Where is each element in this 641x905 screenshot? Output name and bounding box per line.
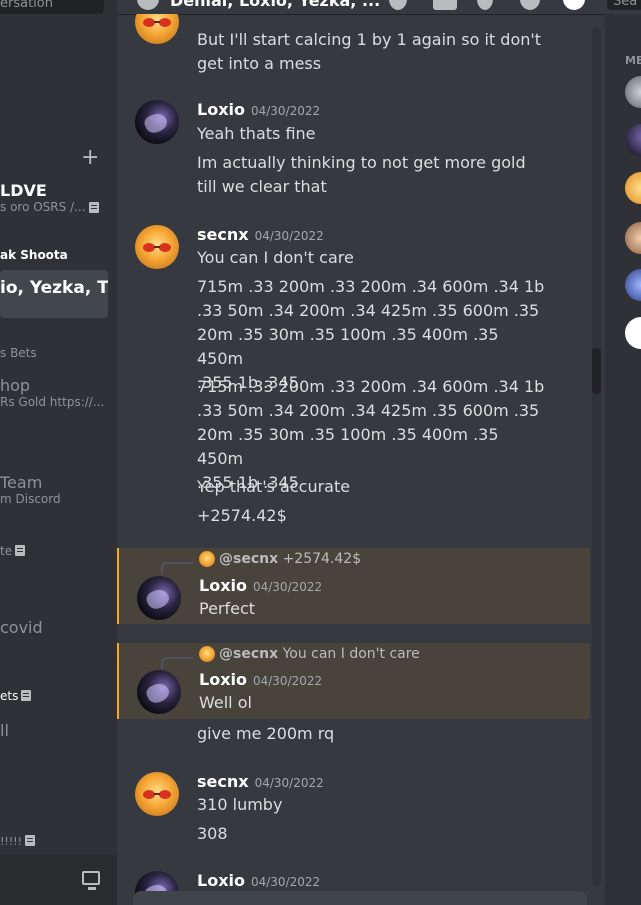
dm-item-0[interactable]: LDVE s oro OSRS /...	[0, 181, 108, 221]
create-dm-plus-icon[interactable]: +	[81, 147, 99, 169]
reply-reference[interactable]: @secnx You can I don't care	[199, 646, 420, 662]
dm-item-6[interactable]: te	[0, 540, 108, 559]
message-list: But I'll start calcing 1 by 1 again so i…	[117, 14, 597, 905]
dm-name: LDVE	[0, 181, 47, 200]
dm-name: ak Shoota	[0, 248, 68, 262]
member-avatar-logo-icon[interactable]	[625, 317, 641, 349]
avatar[interactable]	[135, 225, 179, 269]
member-avatar-anime-icon[interactable]	[625, 222, 641, 254]
message-text: Perfect	[199, 599, 256, 618]
user-panel	[0, 855, 117, 905]
message-text: 308	[197, 824, 228, 843]
dm-item-4[interactable]: hop Rs Gold https://...	[0, 376, 108, 409]
message-text: Im actually thinking to not get more gol…	[197, 153, 526, 196]
dm-name: io, Yezka, T...	[0, 278, 108, 298]
avatar[interactable]	[135, 14, 179, 44]
dm-item-5[interactable]: Team m Discord	[0, 473, 108, 506]
message-author[interactable]: Loxio 04/30/2022	[197, 871, 320, 890]
member-avatar-gray-icon[interactable]	[625, 76, 641, 108]
member-list-icon[interactable]	[563, 0, 585, 10]
dm-subtext: Rs Gold https://...	[0, 395, 105, 409]
dm-item-7[interactable]: covid	[0, 618, 108, 637]
timestamp: 04/30/2022	[250, 104, 321, 118]
scrollbar-thumb[interactable]	[592, 348, 601, 394]
reply-spine	[161, 657, 193, 669]
chat-scrollbar[interactable]	[592, 28, 601, 886]
reply-message: @secnx +2574.42$ Loxio 04/30/2022 Perfect	[117, 548, 590, 624]
reply-message: @secnx You can I don't care Loxio 04/30/2…	[117, 643, 590, 719]
find-conversation-label: ersation	[0, 0, 53, 11]
dm-name: Team	[0, 473, 43, 492]
dm-name: !!!!!	[0, 835, 23, 848]
message-text: 310 lumby	[197, 795, 283, 814]
note-icon	[15, 545, 26, 556]
pin-icon[interactable]	[477, 0, 493, 10]
reply-reference[interactable]: @secnx +2574.42$	[199, 551, 361, 567]
dm-name: s Bets	[0, 346, 37, 360]
dm-item-1[interactable]: ak Shoota	[0, 248, 108, 262]
channel-header: Denial, Loxio, Yezka, ... Sea	[117, 0, 641, 14]
note-icon	[88, 202, 99, 213]
dm-item-3[interactable]: s Bets	[0, 346, 108, 360]
member-avatar-orange-icon[interactable]	[625, 172, 641, 204]
members-heading: ME	[625, 54, 641, 67]
timestamp: 04/30/2022	[252, 580, 323, 594]
message-author[interactable]: Loxio 04/30/2022	[197, 100, 320, 119]
message-text: Well ol	[199, 693, 252, 712]
dm-subtext: s oro OSRS /...	[0, 200, 108, 214]
avatar[interactable]	[137, 670, 181, 714]
avatar[interactable]	[135, 772, 179, 816]
search-input[interactable]: Sea	[607, 0, 641, 10]
dm-name: hop	[0, 376, 31, 395]
group-dm-icon	[137, 0, 159, 10]
reply-spine	[161, 562, 193, 574]
dm-item-9[interactable]: ll	[0, 721, 108, 740]
message-author[interactable]: secnx 04/30/2022	[197, 772, 324, 791]
dm-name: ll	[0, 721, 9, 740]
dm-item-10[interactable]: !!!!!	[0, 830, 108, 849]
search-placeholder: Sea	[613, 0, 638, 9]
note-icon	[21, 690, 32, 701]
dm-subtext: m Discord	[0, 492, 61, 506]
member-list: ME	[605, 14, 641, 905]
timestamp: 04/30/2022	[250, 875, 321, 889]
message-author[interactable]: Loxio 04/30/2022	[199, 576, 322, 595]
add-friends-icon[interactable]	[520, 0, 540, 10]
message-author[interactable]: secnx 04/30/2022	[197, 225, 324, 244]
call-icon[interactable]	[389, 0, 407, 10]
message-text: You can I don't care	[197, 248, 354, 267]
dm-item-8[interactable]: ets	[0, 685, 108, 704]
timestamp: 04/30/2022	[254, 229, 324, 243]
avatar[interactable]	[135, 100, 179, 144]
note-icon	[25, 835, 36, 846]
message-text: Yeah thats fine	[197, 124, 316, 143]
dm-name: ets	[0, 689, 19, 703]
video-call-icon[interactable]	[433, 0, 457, 10]
avatar	[199, 551, 215, 567]
timestamp: 04/30/2022	[254, 776, 324, 790]
message-text: But I'll start calcing 1 by 1 again so i…	[197, 30, 542, 73]
timestamp: 04/30/2022	[252, 674, 323, 688]
member-avatar-dark-icon[interactable]	[625, 124, 641, 156]
channel-title: Denial, Loxio, Yezka, ...	[170, 0, 381, 10]
message-input[interactable]	[133, 891, 587, 905]
dm-item-2[interactable]: io, Yezka, T...	[0, 270, 108, 318]
dm-name: te	[0, 544, 13, 558]
member-avatar-blue-icon[interactable]	[625, 269, 641, 301]
dm-name: covid	[0, 618, 43, 637]
screen-share-icon[interactable]	[82, 871, 100, 890]
message-text: +2574.42$	[197, 506, 287, 525]
message-author[interactable]: Loxio 04/30/2022	[199, 670, 322, 689]
find-conversation-button[interactable]: ersation	[0, 0, 104, 14]
message-text: give me 200m rq	[197, 724, 335, 743]
dm-sidebar: ersation + LDVE s oro OSRS /... ak Shoot…	[0, 0, 117, 905]
avatar	[199, 646, 215, 662]
avatar[interactable]	[137, 576, 181, 620]
message-text: Yep that's accurate	[197, 477, 351, 496]
